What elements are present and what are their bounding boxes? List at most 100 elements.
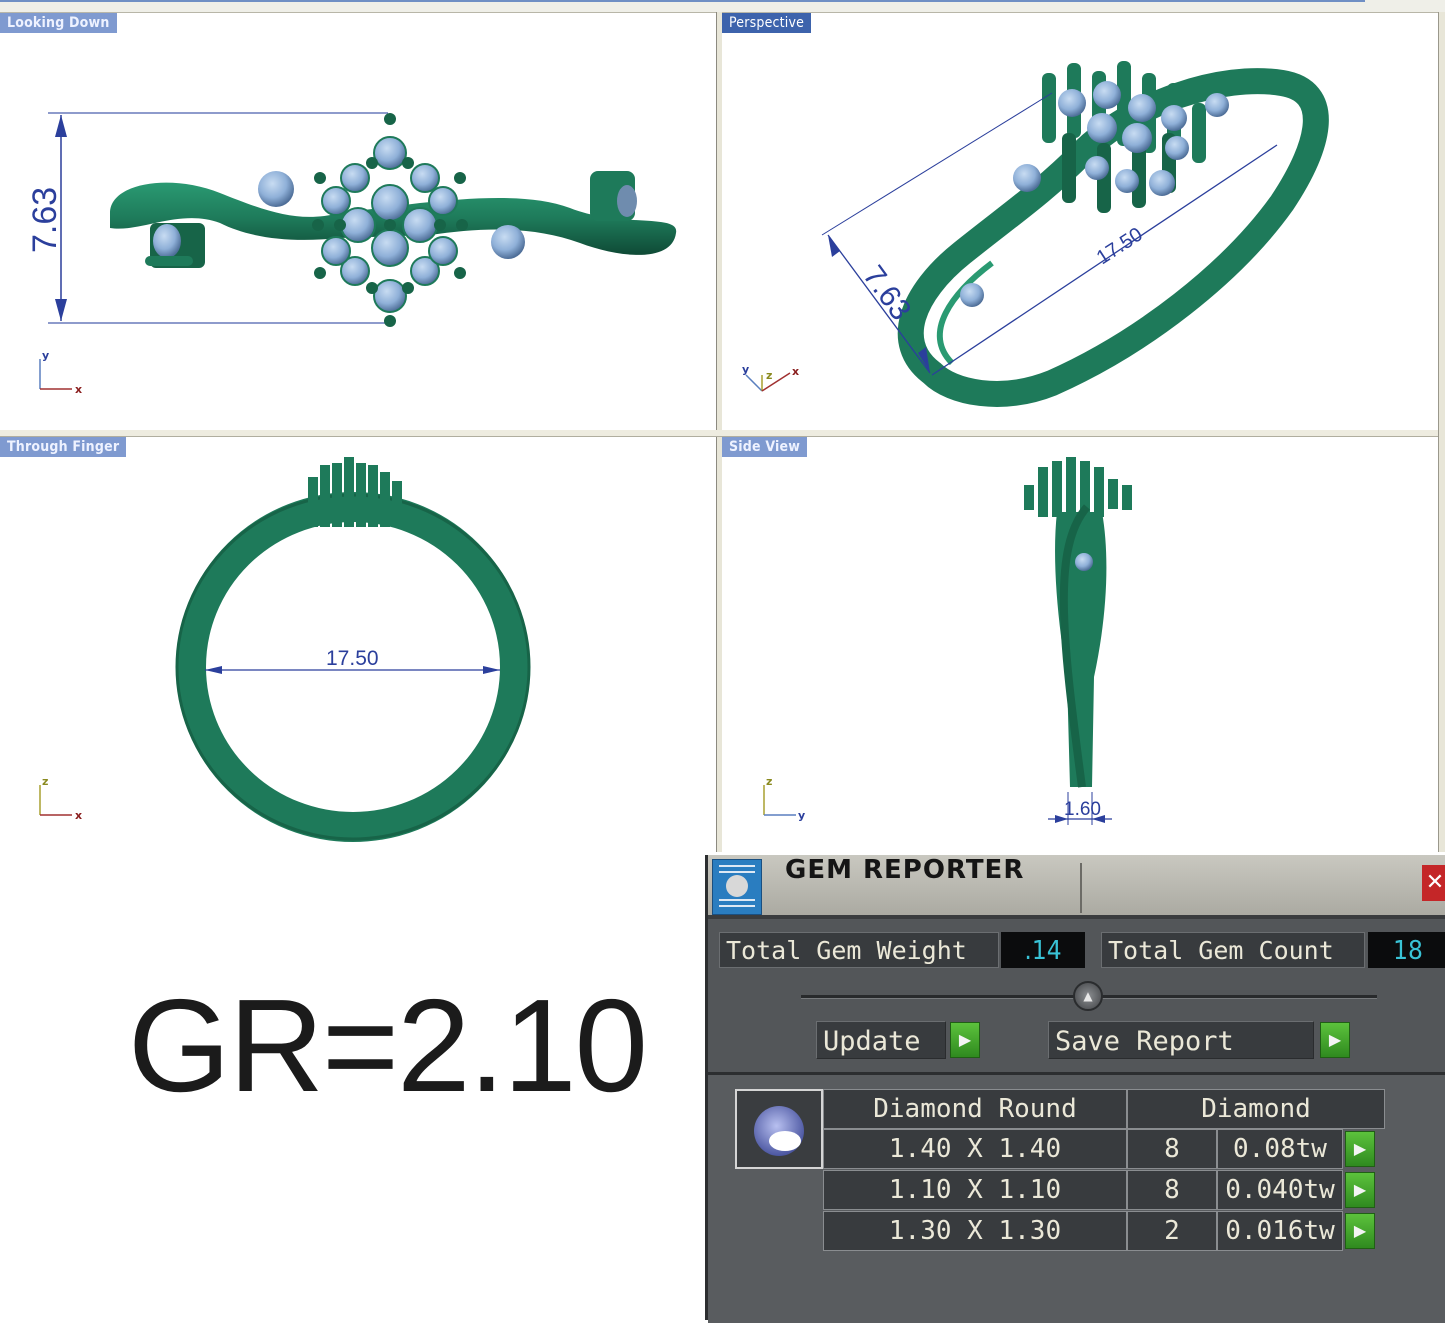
- ring-perspective-view: 7.63 17.50 y z x: [742, 61, 1329, 407]
- title-separator: [1080, 863, 1082, 913]
- viewport-looking-down[interactable]: Looking Down 7.63 y x: [0, 13, 716, 430]
- cluster-gem: [373, 136, 407, 170]
- viewport-splitter-horizontal[interactable]: [0, 430, 1445, 437]
- gem-reporter-panel: GEM REPORTER ✕ Total Gem Weight .14 Tota…: [705, 855, 1445, 1323]
- prong: [384, 315, 396, 327]
- total-gem-weight-value: .14: [1001, 932, 1085, 968]
- ring-top-view: 7.63 y x: [26, 112, 677, 396]
- dimension-arrow: [483, 666, 500, 674]
- dimension-label: 17.50: [326, 647, 379, 670]
- prong: [312, 219, 324, 231]
- viewport-side-view[interactable]: Side View 1.60 z y: [722, 437, 1438, 852]
- close-button[interactable]: ✕: [1422, 865, 1445, 901]
- cluster-gem: [428, 236, 458, 266]
- dimension-label: 1.60: [1064, 799, 1101, 820]
- viewport-perspective[interactable]: Perspective 7.63 17.50 y z x: [722, 13, 1438, 430]
- row-go-button[interactable]: ▶: [1345, 1213, 1375, 1249]
- update-go-button[interactable]: ▶: [950, 1022, 980, 1058]
- side-gem: [258, 171, 294, 207]
- axis-label-z: z: [42, 775, 48, 788]
- viewport-right-border: [1438, 12, 1445, 852]
- prong: [434, 219, 446, 231]
- prong: [366, 157, 378, 169]
- axis-label-y: y: [798, 809, 805, 822]
- prong: [456, 219, 468, 231]
- dimension-label: 17.50: [1093, 223, 1147, 269]
- title-bar-border: [708, 915, 1445, 919]
- table-row-count: 8: [1127, 1170, 1217, 1210]
- play-icon: ▶: [1353, 1180, 1367, 1199]
- axis-y: [745, 374, 763, 392]
- cluster-gem: [321, 186, 351, 216]
- cluster-gem: [371, 184, 409, 222]
- dimension-arrow: [205, 666, 222, 674]
- close-icon: ✕: [1425, 870, 1445, 895]
- cluster-gem: [321, 236, 351, 266]
- cluster-gem: [340, 163, 370, 193]
- title-bar-edge: [0, 0, 1365, 2]
- gem-reporter-title-bar[interactable]: GEM REPORTER ✕: [708, 855, 1445, 919]
- cluster-gem: [428, 186, 458, 216]
- row-go-button[interactable]: ▶: [1345, 1172, 1375, 1208]
- dimension-label: 7.63: [26, 187, 64, 253]
- gem-thumbnail[interactable]: [735, 1089, 823, 1169]
- cluster-gem: [410, 163, 440, 193]
- table-row-size: 1.40 X 1.40: [823, 1129, 1127, 1169]
- side-gem: [617, 185, 637, 217]
- axis-label-z: z: [766, 369, 772, 382]
- play-icon: ▶: [958, 1030, 972, 1049]
- prong-cluster: [1024, 457, 1132, 517]
- ring-front-view: 17.50 z x: [39, 457, 531, 842]
- update-button[interactable]: Update: [816, 1021, 946, 1059]
- table-row-weight: 0.08tw: [1217, 1129, 1343, 1169]
- side-gem: [491, 225, 525, 259]
- dimension-arrow: [55, 299, 67, 321]
- axis-label-z: z: [766, 775, 772, 788]
- table-header-type: Diamond: [1127, 1089, 1385, 1129]
- gr-annotation: GR=2.10: [128, 972, 648, 1119]
- save-report-go-button[interactable]: ▶: [1320, 1022, 1350, 1058]
- table-row-weight: 0.016tw: [1217, 1211, 1343, 1251]
- prong: [314, 267, 326, 279]
- prong: [334, 219, 346, 231]
- panel-title: GEM REPORTER: [785, 855, 1025, 885]
- play-icon: ▶: [1328, 1030, 1342, 1049]
- prong: [384, 113, 396, 125]
- viewport-through-finger[interactable]: Through Finger 17.50 z x: [0, 437, 716, 852]
- table-row-count: 2: [1127, 1211, 1217, 1251]
- chevron-up-icon: ▲: [1083, 989, 1093, 1003]
- table-row-size: 1.30 X 1.30: [823, 1211, 1127, 1251]
- save-report-button[interactable]: Save Report: [1048, 1021, 1314, 1059]
- cluster-gem: [371, 229, 409, 267]
- prong: [366, 282, 378, 294]
- side-gem: [1075, 553, 1093, 571]
- prong: [314, 172, 326, 184]
- prong: [454, 172, 466, 184]
- ring-side-view: 1.60 z y: [763, 457, 1132, 825]
- cluster-gem: [373, 279, 407, 313]
- axis-label-y: y: [42, 349, 49, 362]
- collapse-toggle-button[interactable]: ▲: [1073, 981, 1103, 1011]
- round-diamond-icon: [754, 1106, 804, 1156]
- row-go-button[interactable]: ▶: [1345, 1131, 1375, 1167]
- total-gem-weight-label: Total Gem Weight: [719, 932, 999, 968]
- axis-label-x: x: [792, 365, 799, 378]
- dimension-arrow: [55, 115, 67, 137]
- total-gem-count-value: 18: [1368, 932, 1445, 968]
- gem-report-icon: [712, 859, 762, 915]
- table-row-count: 8: [1127, 1129, 1217, 1169]
- play-icon: ▶: [1353, 1221, 1367, 1240]
- prong: [402, 282, 414, 294]
- table-row-size: 1.10 X 1.10: [823, 1170, 1127, 1210]
- dimension-arrow: [828, 235, 840, 257]
- prong: [454, 267, 466, 279]
- axis-label-x: x: [75, 383, 82, 396]
- prong: [402, 157, 414, 169]
- prong: [145, 256, 193, 266]
- table-header-shape: Diamond Round: [823, 1089, 1127, 1129]
- prong: [384, 219, 396, 231]
- axis-label-x: x: [75, 809, 82, 822]
- total-gem-count-label: Total Gem Count: [1101, 932, 1365, 968]
- play-icon: ▶: [1353, 1139, 1367, 1158]
- cluster-gem: [402, 207, 438, 243]
